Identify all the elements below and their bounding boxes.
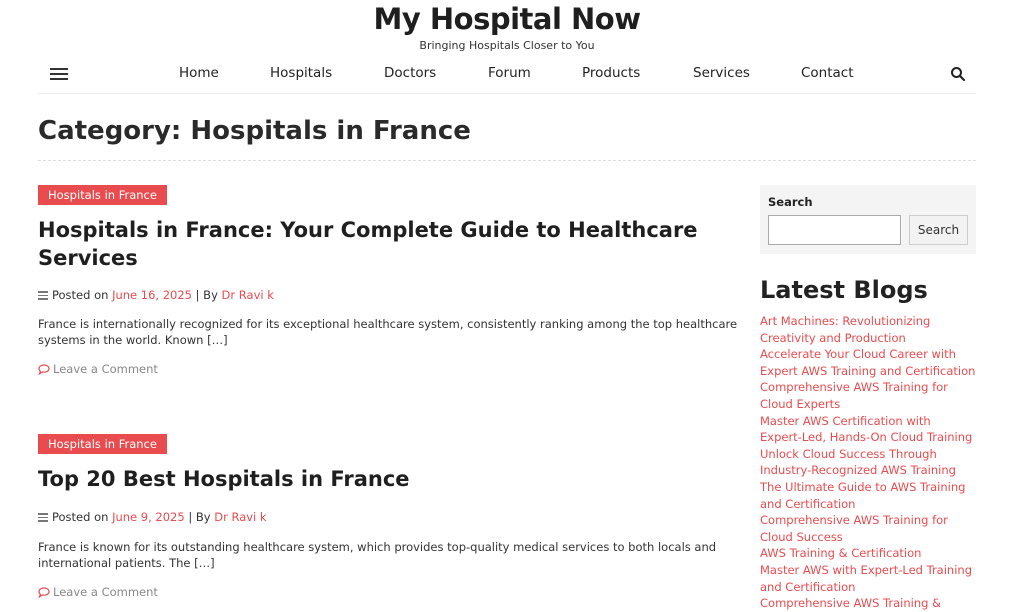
site-title[interactable]: My Hospital Now	[0, 2, 1014, 36]
nav-item-doctors[interactable]: Doctors	[384, 65, 436, 81]
post-excerpt: France is internationally recognized for…	[38, 317, 738, 347]
search-input[interactable]	[768, 215, 901, 245]
post-author-link[interactable]: Dr Ravi k	[222, 288, 274, 302]
post-meta: Posted on June 9, 2025 | By Dr Ravi k	[38, 510, 267, 524]
latest-blog-link[interactable]: Comprehensive AWS Training for Cloud Exp…	[760, 379, 976, 412]
search-widget-label: Search	[768, 195, 813, 209]
leave-comment-link[interactable]: Leave a Comment	[38, 585, 158, 599]
leave-comment-label: Leave a Comment	[53, 362, 158, 376]
by-label: | By	[188, 510, 211, 524]
latest-blog-link[interactable]: AWS Training & Certification	[760, 545, 976, 562]
latest-blog-link[interactable]: Master AWS Certification with Expert-Led…	[760, 413, 976, 446]
nav-item-forum[interactable]: Forum	[488, 65, 531, 81]
post-title[interactable]: Hospitals in France: Your Complete Guide…	[38, 216, 718, 272]
post-date-link[interactable]: June 16, 2025	[112, 288, 192, 302]
post-author-link[interactable]: Dr Ravi k	[214, 510, 266, 524]
latest-blog-link[interactable]: Master AWS with Expert-Led Training and …	[760, 562, 976, 595]
latest-blog-link[interactable]: Comprehensive AWS Training for Cloud Suc…	[760, 512, 976, 545]
leave-comment-link[interactable]: Leave a Comment	[38, 362, 158, 376]
post-category-tag[interactable]: Hospitals in France	[38, 185, 167, 205]
latest-blog-link[interactable]: The Ultimate Guide to AWS Training and C…	[760, 479, 976, 512]
post-meta: Posted on June 16, 2025 | By Dr Ravi k	[38, 288, 274, 302]
comment-bubble-icon	[38, 364, 50, 375]
comment-bubble-icon	[38, 587, 50, 598]
latest-blogs-list: Art Machines: Revolutionizing Creativity…	[760, 313, 976, 612]
title-divider	[38, 160, 976, 161]
latest-blog-link[interactable]: Comprehensive AWS Training &	[760, 595, 976, 612]
post-excerpt: France is known for its outstanding heal…	[38, 540, 717, 570]
latest-blog-link[interactable]: Accelerate Your Cloud Career with Expert…	[760, 346, 976, 379]
latest-blogs-heading: Latest Blogs	[760, 276, 928, 304]
nav-item-services[interactable]: Services	[693, 65, 750, 81]
page-title: Category: Hospitals in France	[38, 116, 471, 146]
hamburger-menu-icon[interactable]	[50, 66, 72, 82]
latest-blog-link[interactable]: Unlock Cloud Success Through Industry-Re…	[760, 446, 976, 479]
main-navigation: Home Hospitals Doctors Forum Products Se…	[38, 60, 976, 94]
nav-item-hospitals[interactable]: Hospitals	[270, 65, 332, 81]
leave-comment-label: Leave a Comment	[53, 585, 158, 599]
posted-on-label: Posted on	[52, 510, 109, 524]
latest-blog-link[interactable]: Art Machines: Revolutionizing Creativity…	[760, 313, 976, 346]
sidebar-search-widget: Search Search	[760, 185, 976, 254]
nav-item-products[interactable]: Products	[582, 65, 640, 81]
by-label: | By	[195, 288, 218, 302]
search-button[interactable]: Search	[909, 215, 968, 245]
posted-on-label: Posted on	[52, 288, 109, 302]
site-tagline: Bringing Hospitals Closer to You	[419, 39, 595, 52]
search-icon[interactable]	[950, 66, 966, 82]
menu-lines-icon	[38, 511, 48, 524]
menu-lines-icon	[38, 289, 48, 302]
post-category-tag[interactable]: Hospitals in France	[38, 434, 167, 454]
post-title[interactable]: Top 20 Best Hospitals in France	[38, 465, 718, 493]
post-date-link[interactable]: June 9, 2025	[112, 510, 185, 524]
nav-item-contact[interactable]: Contact	[801, 65, 854, 81]
nav-item-home[interactable]: Home	[179, 65, 219, 81]
